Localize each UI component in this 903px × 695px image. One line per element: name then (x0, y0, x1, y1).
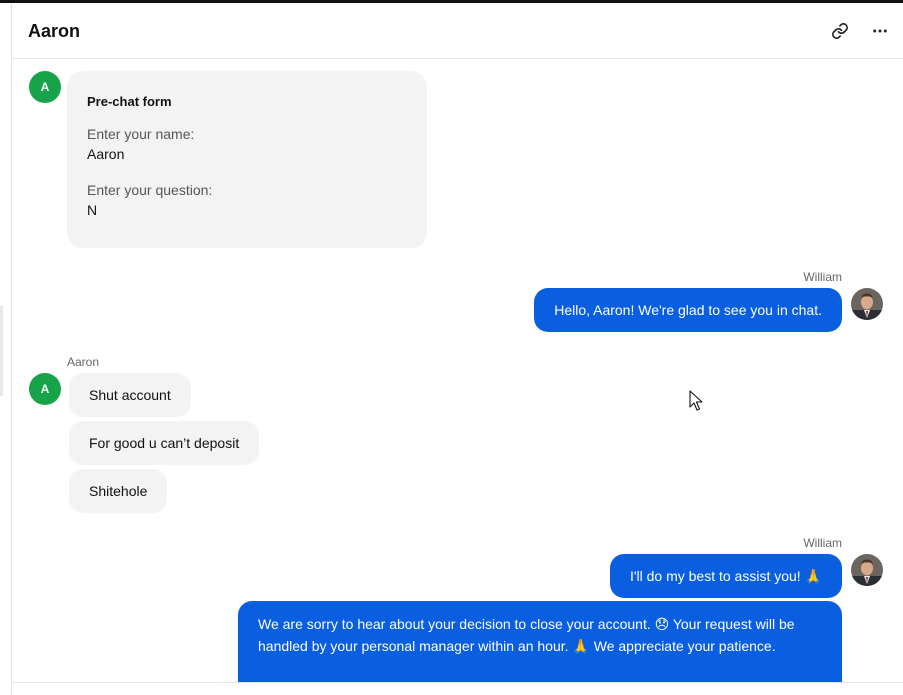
agent-photo-icon (851, 554, 883, 586)
prechat-question-label: Enter your question: (87, 182, 213, 198)
agent-avatar (851, 554, 883, 586)
composer-divider (12, 682, 903, 683)
copy-link-button[interactable] (828, 19, 852, 43)
mouse-cursor-icon (689, 390, 703, 417)
customer-message: For good u can’t deposit (69, 421, 260, 465)
chat-title: Aaron (28, 21, 81, 41)
agent-sender-name: William (803, 270, 842, 284)
agent-sender-name: William (803, 536, 842, 550)
prechat-name-label: Enter your name: (87, 126, 195, 142)
more-horizontal-icon (873, 29, 887, 33)
customer-avatar: A (29, 373, 61, 405)
prechat-name-value: Aaron (87, 146, 125, 162)
chat-header: Aaron (12, 3, 903, 59)
link-icon (832, 23, 848, 39)
left-divider (11, 3, 12, 695)
panel-resize-handle[interactable] (0, 306, 3, 396)
prechat-form-card: Pre-chat form Enter your name: Aaron Ent… (67, 71, 427, 248)
agent-message: Hello, Aaron! We're glad to see you in c… (534, 288, 842, 332)
agent-message: I'll do my best to assist you! 🙏 (609, 554, 842, 598)
prechat-question-value: N (87, 202, 98, 218)
more-options-button[interactable] (868, 19, 892, 43)
agent-message: We are sorry to hear about your decision… (238, 601, 842, 682)
agent-avatar (851, 288, 883, 320)
prechat-form-title: Pre-chat form (87, 94, 172, 109)
customer-avatar: A (29, 71, 61, 103)
customer-message: Shut account (69, 373, 191, 417)
agent-photo-icon (851, 288, 883, 320)
customer-sender-name: Aaron (67, 355, 100, 369)
customer-message: Shitehole (69, 469, 168, 513)
